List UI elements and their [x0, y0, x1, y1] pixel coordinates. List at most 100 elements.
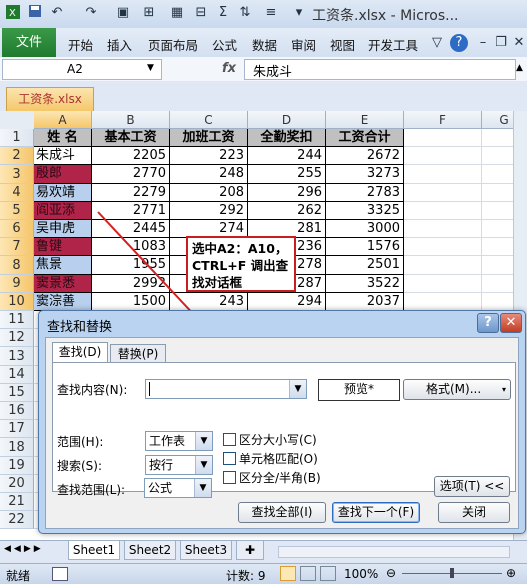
value-cell[interactable]: 208: [170, 184, 248, 202]
name-cell[interactable]: 吴申虎: [34, 220, 92, 238]
grid-cell[interactable]: [404, 147, 482, 165]
row-header-12[interactable]: 12: [0, 329, 34, 347]
value-cell[interactable]: 294: [248, 293, 326, 311]
row-header-18[interactable]: 18: [0, 438, 34, 457]
name-box-dropdown-icon[interactable]: ▼: [147, 63, 154, 73]
print-preview-icon[interactable]: ▣: [114, 4, 132, 22]
scope-select[interactable]: 工作表 ▼: [145, 431, 213, 451]
name-cell[interactable]: 鲁键: [34, 238, 92, 256]
file-tab[interactable]: 文件: [2, 28, 56, 57]
name-cell[interactable]: 易欢靖: [34, 184, 92, 202]
row-header-16[interactable]: 16: [0, 402, 34, 420]
scope-dropdown-icon[interactable]: ▼: [195, 432, 212, 450]
dialog-help-button[interactable]: ?: [477, 313, 499, 333]
formula-input[interactable]: 朱成斗: [244, 59, 516, 80]
page-layout-view-icon[interactable]: [300, 566, 316, 581]
normal-view-icon[interactable]: [280, 566, 296, 581]
value-cell[interactable]: 3325: [326, 202, 404, 220]
workbook-tab[interactable]: 工资条.xlsx: [6, 87, 94, 111]
row-header-8[interactable]: 8: [0, 256, 34, 275]
restore-window-icon[interactable]: ❐: [492, 34, 510, 52]
column-header-e[interactable]: E: [326, 111, 404, 129]
redo-icon[interactable]: ↷: [82, 4, 100, 22]
column-header-f[interactable]: F: [404, 111, 482, 129]
sum-icon[interactable]: Σ: [214, 4, 232, 22]
sheet-tab-2[interactable]: Sheet2: [124, 541, 176, 560]
row-header-22[interactable]: 22: [0, 511, 34, 529]
match-cell-checkbox[interactable]: [223, 452, 236, 465]
table-header-cell[interactable]: 姓 名: [34, 129, 92, 147]
grid-cell[interactable]: [404, 238, 482, 256]
customize-qat-icon[interactable]: ▾: [290, 4, 308, 22]
grid-cell[interactable]: [404, 202, 482, 220]
grid-cell[interactable]: [404, 220, 482, 238]
page-break-view-icon[interactable]: [320, 566, 336, 581]
value-cell[interactable]: 3273: [326, 165, 404, 184]
row-header-5[interactable]: 5: [0, 202, 34, 220]
find-history-dropdown-icon[interactable]: ▼: [289, 380, 306, 398]
value-cell[interactable]: 255: [248, 165, 326, 184]
find-next-button[interactable]: 查找下一个(F): [332, 502, 420, 523]
row-header-10[interactable]: 10: [0, 293, 34, 311]
close-button[interactable]: 关闭: [438, 502, 510, 523]
tab-developer[interactable]: 开发工具: [368, 35, 418, 54]
grid-cell[interactable]: [404, 165, 482, 184]
value-cell[interactable]: 1576: [326, 238, 404, 256]
close-window-icon[interactable]: ✕: [510, 34, 527, 52]
value-cell[interactable]: 2770: [92, 165, 170, 184]
table-header-cell[interactable]: 工资合计: [326, 129, 404, 147]
grid-cell[interactable]: [404, 184, 482, 202]
row-header-4[interactable]: 4: [0, 184, 34, 202]
value-cell[interactable]: 2205: [92, 147, 170, 165]
zoom-slider-thumb[interactable]: [450, 568, 454, 578]
table-header-cell[interactable]: 全勤奖扣: [248, 129, 326, 147]
value-cell[interactable]: 296: [248, 184, 326, 202]
fx-icon[interactable]: fx: [222, 61, 236, 76]
undo-icon[interactable]: ↶: [48, 4, 66, 22]
row-header-21[interactable]: 21: [0, 493, 34, 511]
value-cell[interactable]: 262: [248, 202, 326, 220]
row-header-20[interactable]: 20: [0, 475, 34, 493]
zoom-out-icon[interactable]: ⊖: [386, 566, 396, 580]
zoom-level[interactable]: 100%: [344, 567, 378, 581]
column-header-c[interactable]: C: [170, 111, 248, 129]
value-cell[interactable]: 2672: [326, 147, 404, 165]
macro-record-icon[interactable]: [52, 567, 68, 581]
name-cell[interactable]: 窦景悉: [34, 275, 92, 293]
name-cell[interactable]: 阎亚添: [34, 202, 92, 220]
find-all-button[interactable]: 查找全部(I): [238, 502, 326, 523]
calculator-icon[interactable]: ▦: [168, 4, 186, 22]
row-header-11[interactable]: 11: [0, 311, 34, 329]
column-header-d[interactable]: D: [248, 111, 326, 129]
name-cell[interactable]: 焦景: [34, 256, 92, 275]
look-in-select[interactable]: 公式 ▼: [144, 478, 212, 498]
name-box[interactable]: A2 ▼: [2, 59, 162, 80]
value-cell[interactable]: 2037: [326, 293, 404, 311]
match-byte-label[interactable]: 区分全/半角(B): [239, 469, 321, 486]
search-order-dropdown-icon[interactable]: ▼: [195, 456, 212, 474]
find-what-input[interactable]: ▼: [145, 379, 307, 399]
sort-icon[interactable]: ⇅: [236, 4, 254, 22]
match-case-label[interactable]: 区分大小写(C): [239, 431, 317, 448]
tab-replace[interactable]: 替换(P): [110, 344, 166, 363]
row-header-17[interactable]: 17: [0, 420, 34, 438]
table-header-cell[interactable]: 加班工资: [170, 129, 248, 147]
tab-formulas[interactable]: 公式: [212, 35, 237, 54]
value-cell[interactable]: 244: [248, 147, 326, 165]
match-cell-label[interactable]: 单元格匹配(O): [239, 450, 318, 467]
row-header-2[interactable]: 2: [0, 147, 34, 165]
look-in-dropdown-icon[interactable]: ▼: [194, 479, 211, 497]
row-header-7[interactable]: 7: [0, 238, 34, 256]
value-cell[interactable]: 248: [170, 165, 248, 184]
excel-app-icon[interactable]: X: [4, 4, 22, 22]
tab-view[interactable]: 视图: [330, 35, 355, 54]
row-header-3[interactable]: 3: [0, 165, 34, 184]
row-header-14[interactable]: 14: [0, 366, 34, 384]
minimize-ribbon-icon[interactable]: ▽: [428, 34, 446, 52]
minimize-window-icon[interactable]: –: [474, 34, 492, 52]
match-byte-checkbox[interactable]: [223, 471, 236, 484]
sheet-tab-3[interactable]: Sheet3: [180, 541, 232, 560]
column-header-a[interactable]: A: [34, 111, 92, 129]
tab-find[interactable]: 查找(D): [52, 342, 108, 363]
value-cell[interactable]: 3000: [326, 220, 404, 238]
